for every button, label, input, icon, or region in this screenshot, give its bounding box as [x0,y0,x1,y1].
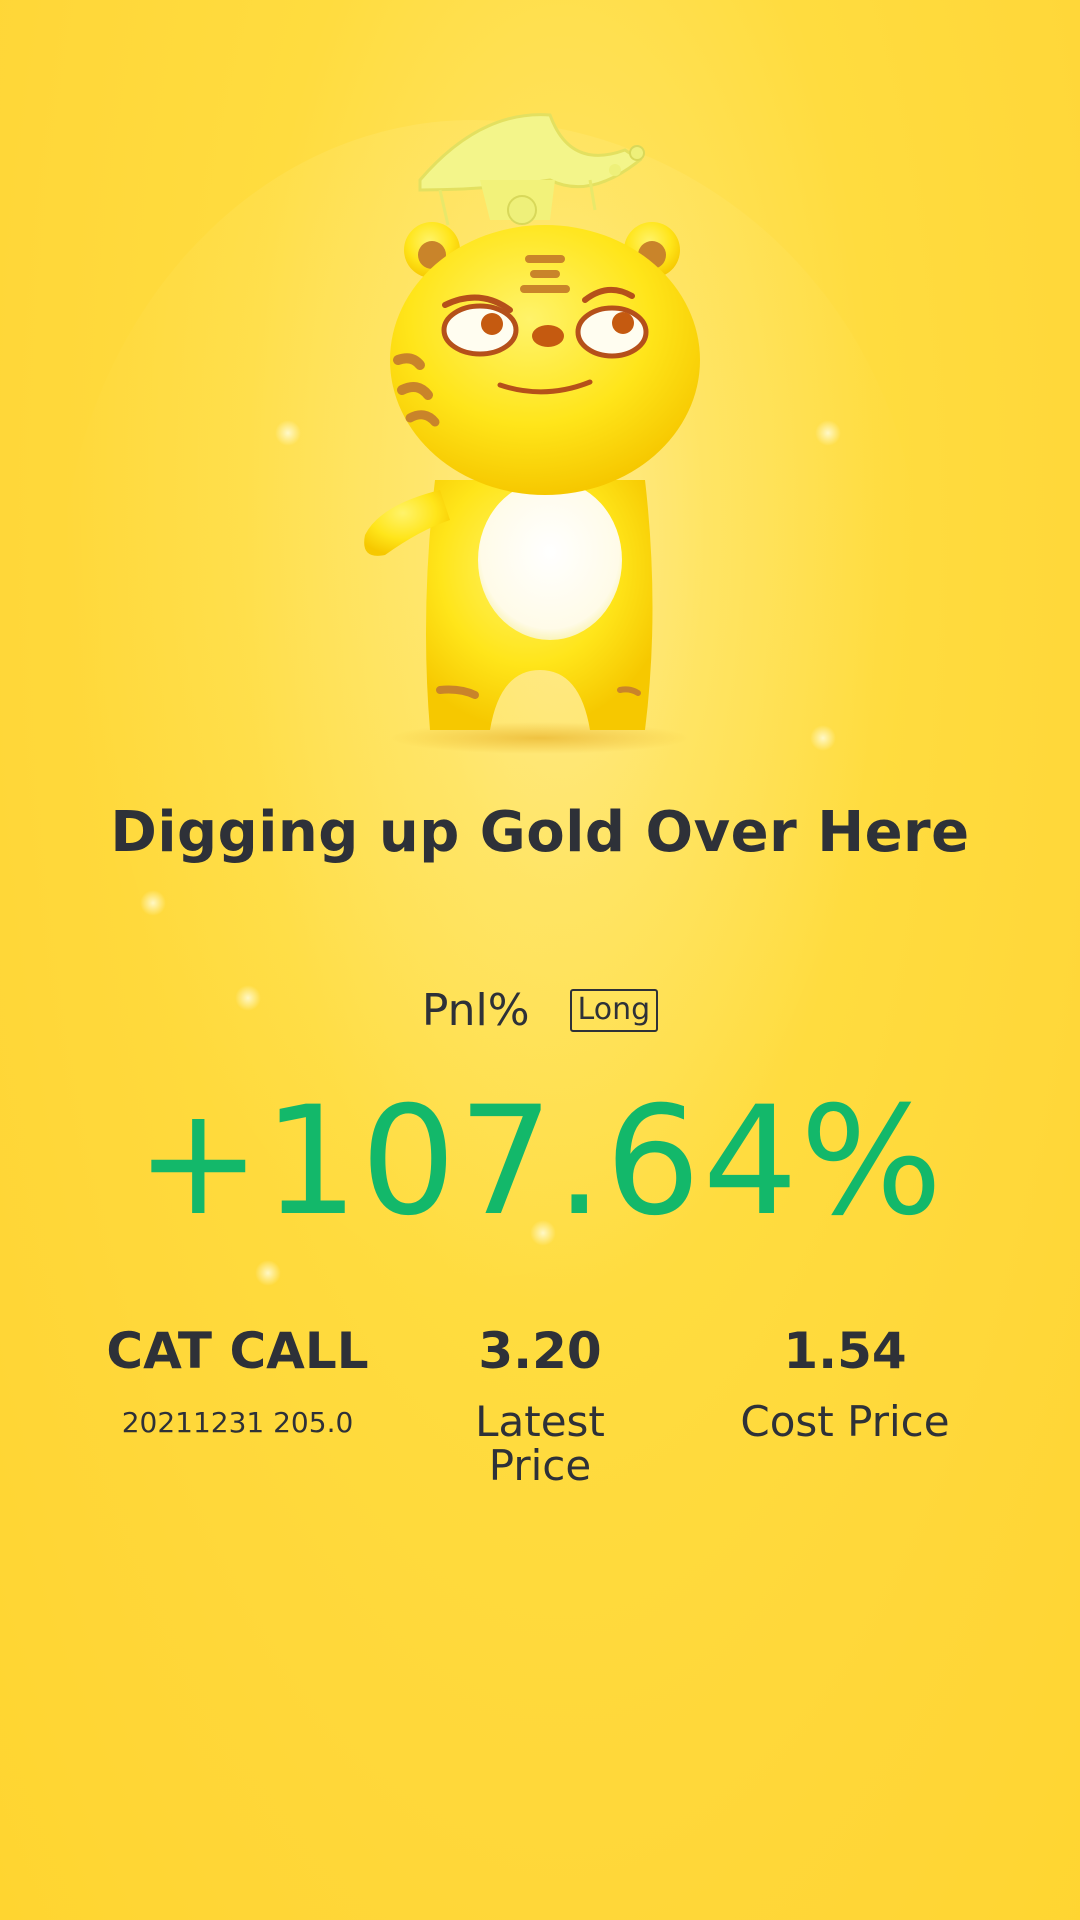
cost-price-label: Cost Price [740,1397,950,1446]
latest-price-stat: 3.20 Latest Price [400,1320,680,1488]
cost-price-value: 1.54 [783,1322,907,1380]
position-name: CAT CALL [106,1322,369,1380]
latest-price-label-text: Latest Price [475,1397,605,1490]
page-title: Digging up Gold Over Here [110,800,970,865]
position-stats: CAT CALL 20211231 205.0 3.20 Latest Pric… [0,1320,1080,1520]
sparkle [815,420,841,446]
pnl-header: Pnl% Long [0,985,1080,1036]
position-info: CAT CALL 20211231 205.0 [90,1320,385,1440]
sparkle [275,420,301,446]
latest-price-value: 3.20 [478,1322,602,1380]
direction-badge: Long [569,989,659,1032]
contract-code: 20211231 205.0 [121,1406,354,1439]
pnl-percentage: +107.64% [135,1075,945,1249]
tiger-mascot-icon [364,113,700,754]
sparkle [255,1260,281,1286]
latest-price-label: Latest Price [400,1400,680,1488]
cost-price-stat: 1.54 Cost Price [700,1320,990,1444]
pnl-label: Pnl% [421,985,530,1036]
sparkle [810,725,836,751]
sparkle [140,890,166,916]
